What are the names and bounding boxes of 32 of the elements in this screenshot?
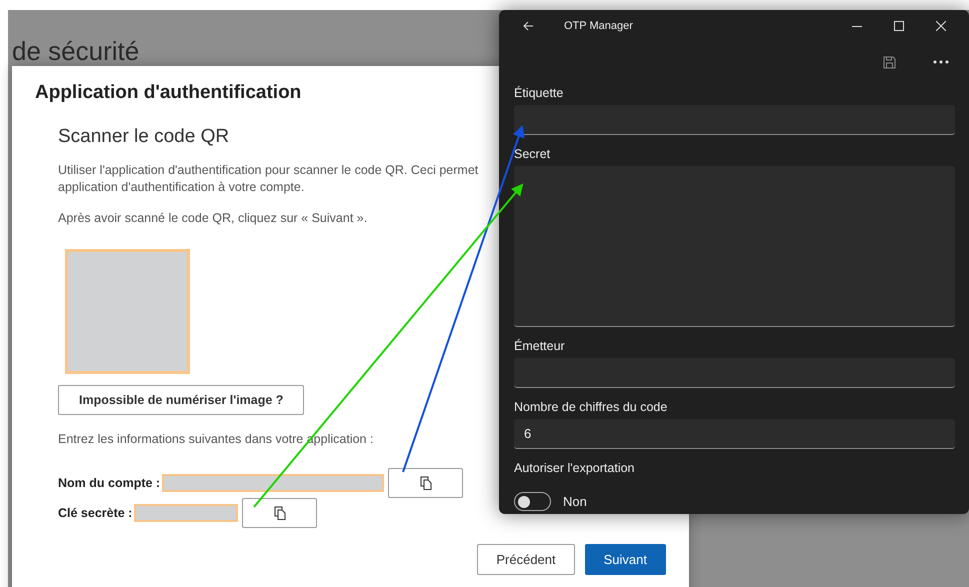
intro-text: Utiliser l'application d'authentification pour scanner le code QR. Ceci permet [58, 162, 480, 179]
input-field[interactable] [514, 358, 955, 388]
field-label: Secret [514, 147, 552, 161]
maximize-icon [894, 21, 904, 31]
field-label: Clé secrète : [58, 506, 132, 520]
window-title: OTP Manager [564, 20, 634, 32]
input-field[interactable] [514, 166, 955, 327]
toggle-state-text: Non [563, 494, 587, 509]
field-label: Nombre de chiffres du code [514, 400, 668, 414]
field-label: Émetteur [514, 339, 566, 353]
field-label: Nom du compte : [58, 476, 160, 490]
copy-icon [420, 476, 432, 490]
hint-text: Après avoir scanné le code QR, cliquez sur « Suivant ». [58, 210, 368, 227]
cant-scan-button[interactable]: Impossible de numériser l'image ? [58, 385, 304, 415]
input-field[interactable]: 6 [514, 419, 955, 449]
copy-button[interactable] [242, 498, 318, 528]
copy-icon [274, 506, 286, 520]
input-field[interactable] [514, 105, 955, 135]
save-icon [882, 56, 896, 68]
back-arrow-icon [522, 21, 534, 31]
dialog-title: Application d'authentification [35, 82, 302, 104]
toggle-switch[interactable] [514, 492, 551, 511]
intro-text: application d'authentification à votre compte. [58, 179, 306, 196]
toggle-label: Autoriser l'exportation [514, 461, 636, 475]
field-label: Étiquette [514, 86, 564, 100]
more-icon [933, 60, 949, 64]
dialog-subtitle: Scanner le code QR [58, 126, 230, 148]
previous-button[interactable]: Précédent [477, 544, 575, 575]
close-icon [936, 21, 946, 31]
next-button[interactable]: Suivant [584, 544, 666, 575]
copy-button[interactable] [388, 468, 464, 498]
page-heading: de sécurité [12, 36, 140, 66]
